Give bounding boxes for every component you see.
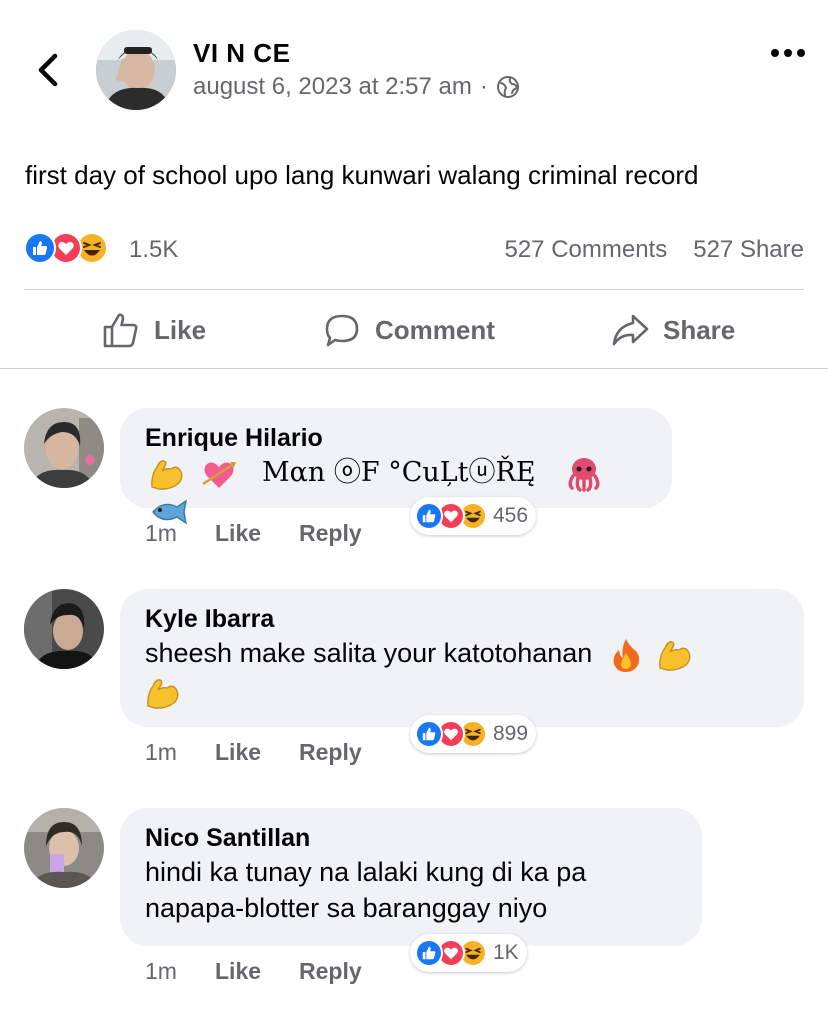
comment-button[interactable]: Comment bbox=[323, 308, 495, 352]
thumbs-up-icon bbox=[103, 313, 138, 348]
like-label: Like bbox=[154, 314, 207, 345]
comment-like-button[interactable]: Like bbox=[215, 739, 261, 766]
reactions-count[interactable]: 1.5K bbox=[129, 236, 178, 264]
like-reaction-icon bbox=[415, 502, 443, 530]
comment-text: Mαn ⓞF °CuĻtⓤŘĘ bbox=[145, 454, 648, 528]
comment-reply-button[interactable]: Reply bbox=[299, 520, 362, 547]
comment-label: Comment bbox=[375, 314, 495, 345]
more-options-button[interactable] bbox=[768, 38, 808, 68]
commenter-avatar[interactable] bbox=[24, 589, 104, 669]
flexed-biceps-icon bbox=[659, 641, 691, 671]
comment-reactions-count: 899 bbox=[493, 722, 529, 745]
commenter-avatar[interactable] bbox=[24, 808, 104, 888]
comment-bubble[interactable]: Kyle Ibarra sheesh make salita your kato… bbox=[120, 589, 804, 727]
comment-text-line2: napapa-blotter sa baranggay niyo bbox=[145, 893, 548, 923]
fire-icon bbox=[613, 638, 639, 672]
back-button[interactable] bbox=[30, 50, 66, 90]
comment-reactions[interactable]: 456 bbox=[410, 497, 537, 535]
comment-reply-button[interactable]: Reply bbox=[299, 739, 362, 766]
globe-icon bbox=[496, 76, 519, 98]
shares-count[interactable]: 527 Share bbox=[693, 236, 804, 264]
flexed-biceps-icon bbox=[151, 460, 183, 490]
comment-text-line2 bbox=[145, 673, 780, 710]
comment-time[interactable]: 1m bbox=[145, 958, 215, 985]
heart-with-arrow-icon bbox=[201, 461, 236, 488]
comment-meta: 1m Like Reply bbox=[145, 739, 400, 766]
commenter-name[interactable]: Kyle Ibarra bbox=[145, 603, 780, 635]
comment-reactions-count: 456 bbox=[493, 504, 529, 527]
like-reaction-icon bbox=[415, 720, 443, 748]
share-arrow-icon bbox=[612, 314, 649, 346]
more-dots-icon bbox=[771, 49, 805, 57]
action-bar: Like Comment Share bbox=[0, 290, 828, 368]
share-label: Share bbox=[663, 314, 736, 345]
reaction-summary[interactable] bbox=[24, 232, 108, 266]
octopus-icon bbox=[568, 457, 600, 492]
comment-reactions-count: 1K bbox=[493, 941, 519, 964]
chevron-left-icon bbox=[38, 53, 58, 87]
post-text: first day of school upo lang kunwari wal… bbox=[25, 160, 699, 190]
post-timestamp[interactable]: august 6, 2023 at 2:57 am bbox=[193, 73, 472, 101]
share-button[interactable]: Share bbox=[611, 308, 735, 352]
like-reaction-icon bbox=[415, 939, 443, 967]
meta-separator: · bbox=[479, 73, 488, 100]
commenter-name[interactable]: Nico Santillan bbox=[145, 822, 678, 854]
author-avatar[interactable] bbox=[96, 30, 176, 110]
comment-reply-button[interactable]: Reply bbox=[299, 958, 362, 985]
comment-meta: 1m Like Reply bbox=[145, 958, 400, 985]
comment-meta: 1m Like Reply bbox=[145, 520, 400, 547]
post-meta: august 6, 2023 at 2:57 am · bbox=[193, 73, 520, 101]
comment-bubble[interactable]: Enrique Hilario Mαn ⓞF °CuĻtⓤŘĘ bbox=[120, 408, 672, 525]
comment-text: hindi ka tunay na lalaki kung di ka pa bbox=[145, 857, 587, 887]
commenter-avatar[interactable] bbox=[24, 408, 104, 488]
like-reaction-icon bbox=[24, 232, 56, 264]
comment-bubble-icon bbox=[325, 314, 359, 347]
comment-time[interactable]: 1m bbox=[145, 739, 215, 766]
comment-reactions[interactable]: 899 bbox=[410, 715, 537, 753]
comment-bubble[interactable]: Nico Santillan hindi ka tunay na lalaki … bbox=[120, 808, 702, 946]
post-header: VI N CE august 6, 2023 at 2:57 am · bbox=[0, 0, 828, 140]
post-stats: 1.5K 527 Comments 527 Share bbox=[24, 228, 804, 272]
like-button[interactable]: Like bbox=[102, 308, 206, 352]
flexed-biceps-icon bbox=[147, 678, 179, 709]
comment-time[interactable]: 1m bbox=[145, 520, 215, 547]
commenter-name[interactable]: Enrique Hilario bbox=[145, 422, 648, 454]
comments-count[interactable]: 527 Comments bbox=[504, 236, 667, 264]
comment-like-button[interactable]: Like bbox=[215, 958, 261, 985]
stats-right: 527 Comments 527 Share bbox=[504, 236, 804, 264]
comment-text: sheesh make salita your katotohanan bbox=[145, 635, 780, 673]
divider bbox=[0, 368, 828, 369]
comment-like-button[interactable]: Like bbox=[215, 520, 261, 547]
author-name[interactable]: VI N CE bbox=[193, 38, 290, 69]
comment-reactions[interactable]: 1K bbox=[410, 934, 527, 972]
